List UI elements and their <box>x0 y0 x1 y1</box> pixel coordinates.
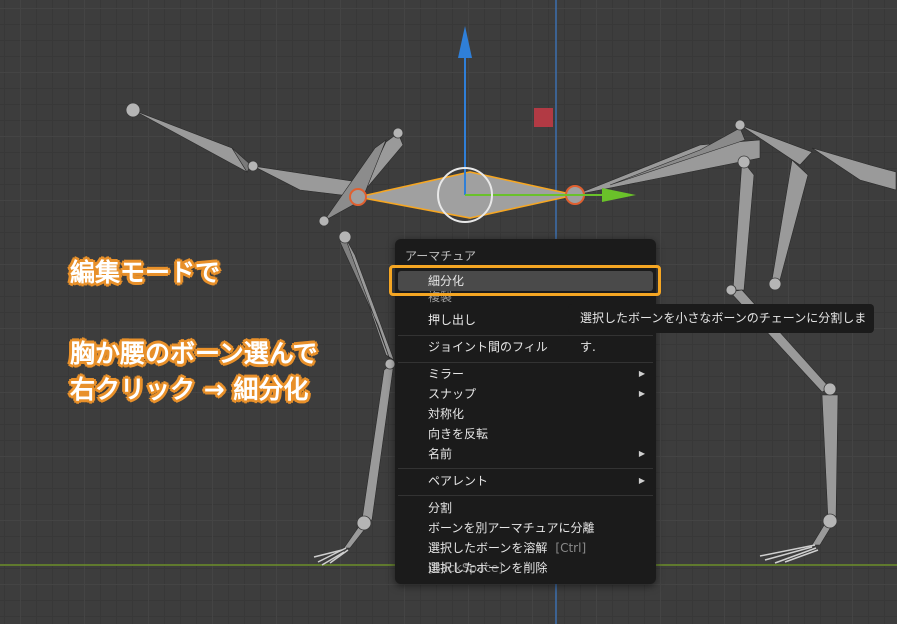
gizmo-z-arrow <box>458 26 472 58</box>
menu-item-dissolve-bones[interactable]: 選択したボーンを溶解 [Ctrl] [BackSpace] <box>398 538 653 575</box>
menu-item-snap[interactable]: スナップ ▶ <box>398 384 653 404</box>
menu-separator <box>398 335 653 336</box>
menu-item-parent[interactable]: ペアレント ▶ <box>398 471 653 491</box>
selected-joint-head <box>349 188 367 206</box>
menu-separator <box>398 468 653 469</box>
menu-item-label: 名前 <box>428 447 453 461</box>
menu-item-label: 選択したボーンを溶解 <box>428 541 548 555</box>
highlight-box <box>389 265 661 296</box>
bone <box>811 147 897 191</box>
menu-separator <box>398 495 653 496</box>
menu-item-fill-between-joints[interactable]: ジョイント間のフィル <box>398 337 653 357</box>
hand-left <box>313 547 349 566</box>
menu-item-label: 押し出し <box>428 313 477 327</box>
menu-item-symmetrize[interactable]: 対称化 <box>398 404 653 424</box>
bone <box>771 159 809 281</box>
bone <box>732 159 755 291</box>
menu-item-split[interactable]: 分割 <box>398 498 653 518</box>
menu-item-mirror[interactable]: ミラー ▶ <box>398 364 653 384</box>
bone <box>821 394 839 521</box>
menu-item-names[interactable]: 名前 ▶ <box>398 444 653 464</box>
submenu-arrow-icon: ▶ <box>638 369 645 378</box>
annotation-line3: 右クリック → 細分化 <box>70 375 309 404</box>
bone <box>574 139 761 196</box>
submenu-arrow-icon: ▶ <box>638 476 645 485</box>
menu-item-delete-bones[interactable]: 選択したボーンを削除 <box>398 558 653 578</box>
menu-item-label: 向きを反転 <box>428 427 489 441</box>
submenu-arrow-icon: ▶ <box>638 389 645 398</box>
hand-right <box>759 544 819 564</box>
menu-title: アーマチュア <box>405 249 477 263</box>
submenu-arrow-icon: ▶ <box>638 449 645 458</box>
bone <box>252 165 359 197</box>
gizmo-plane-handle <box>534 108 553 127</box>
bone <box>361 361 395 521</box>
menu-item-label: ペアレント <box>428 474 489 488</box>
bone <box>132 109 248 173</box>
menu-separator <box>398 362 653 363</box>
menu-item-label: 分割 <box>428 501 453 515</box>
menu-item-label: スナップ <box>428 387 477 401</box>
annotation-line1: 編集モードで <box>70 258 221 287</box>
menu-item-switch-direction[interactable]: 向きを反転 <box>398 424 653 444</box>
bone <box>344 236 395 361</box>
tooltip: 選択したボーンを小さなボーンのチェーンに分割します. <box>568 304 874 354</box>
gizmo-y-arrow <box>602 188 636 202</box>
menu-item-label: 対称化 <box>428 407 465 421</box>
menu-item-separate-bones[interactable]: ボーンを別アーマチュアに分離 <box>398 518 653 538</box>
menu-item-label: ボーンを別アーマチュアに分離 <box>428 521 595 535</box>
annotation-line2: 胸か腰のボーン選んで <box>70 339 318 368</box>
menu-item-label: 選択したボーンを削除 <box>428 561 548 575</box>
menu-item-label: ジョイント間のフィル <box>428 340 548 354</box>
menu-item-label: ミラー <box>428 367 465 381</box>
